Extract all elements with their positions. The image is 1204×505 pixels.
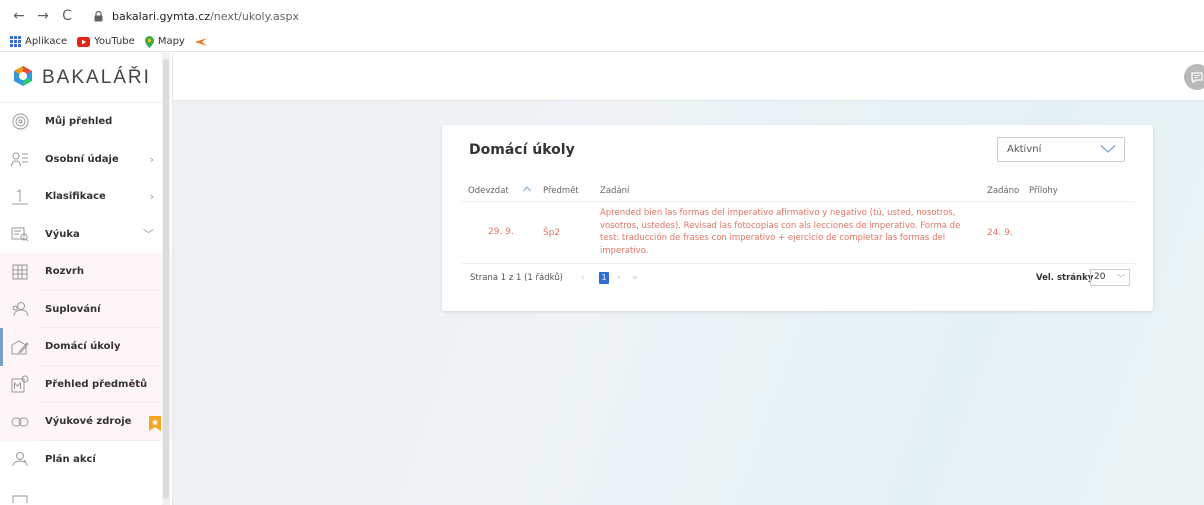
bookmark-label: YouTube: [94, 36, 135, 47]
sidebar-item-osobni-udaje[interactable]: Osobní údaje ›: [0, 141, 172, 179]
forward-arrow-icon[interactable]: →: [34, 7, 52, 25]
bookmark-maps[interactable]: Mapy: [144, 35, 185, 48]
bookmark-apps[interactable]: Aplikace: [10, 36, 67, 47]
col-attachments[interactable]: Přílohy: [1029, 186, 1058, 196]
col-task[interactable]: Zadání: [600, 186, 629, 196]
col-subject[interactable]: Předmět: [543, 186, 579, 196]
col-due[interactable]: Odevzdat: [468, 186, 509, 196]
sidebar-item-label: Výuka: [45, 228, 80, 240]
schedule-icon: [10, 262, 30, 282]
current-page[interactable]: 1: [599, 272, 609, 284]
sidebar-item-label: Rozvrh: [45, 266, 84, 278]
sidebar-scrollbar[interactable]: [162, 53, 170, 505]
table-row[interactable]: 29. 9. Šp2 Aprended bien las formas del …: [462, 203, 1135, 264]
new-badge-icon: [149, 416, 161, 431]
sidebar-item-rozvrh[interactable]: Rozvrh: [0, 253, 172, 291]
row-task: Aprended bien las formas del imperativo …: [600, 208, 961, 256]
filter-select[interactable]: Aktivní: [997, 137, 1125, 162]
bookmark-bird-icon: [194, 37, 207, 46]
chevron-down-icon: [1100, 144, 1116, 157]
sidebar-item-next[interactable]: [0, 478, 172, 505]
back-arrow-icon[interactable]: ←: [10, 7, 28, 25]
pager: Strana 1 z 1 (1 řádků) « ‹ 1 › » Vel. st…: [462, 264, 1135, 292]
last-page-button[interactable]: »: [632, 273, 638, 283]
main-content: Domácí úkoly Aktivní Odevzdat Předmět Za…: [173, 101, 1204, 505]
chevron-right-icon: ›: [149, 190, 154, 204]
sidebar-item-label: Plán akcí: [45, 453, 96, 465]
person-list-icon: [10, 149, 30, 169]
bookmark-extra[interactable]: [194, 37, 211, 46]
logo[interactable]: BAKALÁŘI: [0, 53, 172, 103]
col-assigned[interactable]: Zadáno: [987, 186, 1019, 196]
table-header: Odevzdat Předmět Zadání Zadáno Přílohy: [462, 183, 1135, 202]
chat-button[interactable]: [1184, 64, 1204, 90]
map-pin-icon: [144, 35, 154, 48]
bookmark-youtube[interactable]: YouTube: [77, 36, 135, 47]
reload-icon[interactable]: C: [58, 7, 76, 25]
bookmark-label: Mapy: [157, 36, 185, 47]
sidebar-item-label: Osobní údaje: [45, 153, 119, 165]
pager-info: Strana 1 z 1 (1 řádků): [470, 273, 564, 283]
row-subject: Šp2: [543, 228, 561, 238]
scrollbar-thumb[interactable]: [163, 59, 169, 499]
first-page-button[interactable]: «: [557, 273, 563, 283]
homework-icon: [10, 337, 30, 357]
sidebar-item-suplovani[interactable]: Suplování: [0, 290, 172, 328]
sidebar-item-vyukove-zdroje[interactable]: Výukové zdroje: [0, 403, 172, 441]
top-header: [173, 53, 1204, 101]
page-size-value: 20: [1094, 272, 1106, 282]
youtube-icon: [77, 36, 91, 47]
link-icon: [10, 412, 30, 432]
chevron-down-icon: ﹀: [1117, 274, 1125, 283]
subjects-icon: [10, 374, 30, 394]
apps-grid-icon: [10, 36, 21, 47]
chat-icon: [1191, 71, 1203, 83]
logo-text: BAKALÁŘI: [42, 66, 151, 88]
page-size-label: Vel. stránky: [1036, 273, 1094, 283]
page-title: Domácí úkoly: [469, 142, 575, 158]
homework-card: Domácí úkoly Aktivní Odevzdat Předmět Za…: [442, 125, 1153, 311]
sidebar-item-domaci-ukoly[interactable]: Domácí úkoly: [0, 328, 172, 366]
chevron-down-icon: ﹀: [143, 228, 154, 242]
people-icon: [10, 299, 30, 319]
grade-one-icon: [10, 187, 30, 207]
row-due: 29. 9.: [488, 227, 514, 237]
next-item-icon: [10, 487, 30, 505]
sidebar-menu: Můj přehled Osobní údaje › Klasifikace ›…: [0, 103, 172, 505]
row-assigned: 24. 9.: [987, 228, 1013, 238]
sidebar-item-vyuka[interactable]: Výuka ﹀: [0, 216, 172, 254]
url-domain: bakalari.gymta.cz: [112, 9, 211, 23]
sidebar-item-klasifikace[interactable]: Klasifikace ›: [0, 178, 172, 216]
book-search-icon: [10, 224, 30, 244]
sidebar-item-label: Můj přehled: [45, 116, 113, 128]
prev-page-button[interactable]: ‹: [581, 273, 585, 283]
sidebar-item-label: Přehled předmětů: [45, 378, 148, 390]
url-path: /next/ukoly.aspx: [210, 9, 300, 23]
bookmark-label: Aplikace: [25, 36, 68, 47]
filter-value: Aktivní: [1007, 144, 1042, 155]
sidebar-item-label: Klasifikace: [45, 191, 106, 203]
sidebar-item-prehled[interactable]: Můj přehled: [0, 103, 172, 141]
target-icon: [10, 112, 30, 132]
sidebar-item-label: Domácí úkoly: [45, 341, 121, 353]
lock-icon: [94, 10, 104, 22]
next-page-button[interactable]: ›: [617, 273, 621, 283]
events-icon: [10, 449, 30, 469]
chevron-right-icon: ›: [149, 152, 154, 166]
sidebar-item-label: Suplování: [45, 303, 101, 315]
sidebar-item-label: Výukové zdroje: [45, 416, 132, 428]
sort-asc-icon[interactable]: [523, 185, 531, 195]
bookmarks-bar: Aplikace YouTube Mapy: [0, 32, 1204, 52]
bakalari-logo-icon: [12, 65, 34, 90]
browser-address-bar: ← → C bakalari.gymta.cz/next/ukoly.aspx: [0, 0, 1204, 32]
sidebar-item-plan-akci[interactable]: Plán akcí: [0, 441, 172, 479]
sidebar-item-prehled-predmetu[interactable]: Přehled předmětů: [0, 365, 172, 403]
url-text[interactable]: bakalari.gymta.cz/next/ukoly.aspx: [112, 10, 299, 23]
sidebar: BAKALÁŘI Můj přehled Osobní údaje › Klas…: [0, 53, 173, 505]
page-size-select[interactable]: 20 ﹀: [1090, 269, 1130, 286]
